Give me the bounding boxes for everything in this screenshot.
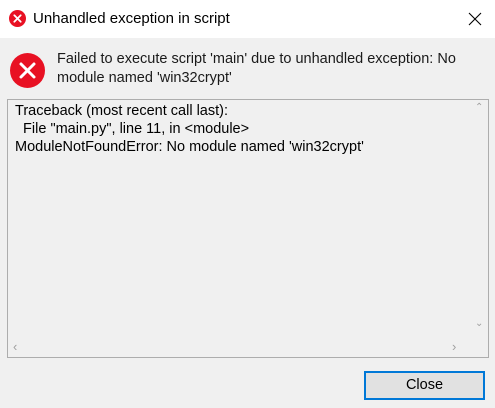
vertical-scrollbar[interactable]: ⌃ ⌄: [471, 100, 488, 340]
error-icon: [9, 10, 26, 27]
close-icon[interactable]: [455, 0, 495, 38]
scrollbar-corner: [471, 340, 488, 357]
scroll-down-arrow-icon[interactable]: ⌄: [475, 319, 483, 329]
error-message: Failed to execute script 'main' due to u…: [57, 51, 456, 86]
horizontal-scrollbar[interactable]: ‹ ›: [8, 340, 471, 357]
window-title: Unhandled exception in script: [33, 10, 230, 27]
scroll-up-arrow-icon[interactable]: ⌃: [475, 103, 483, 113]
close-button[interactable]: Close: [364, 371, 485, 400]
scroll-right-arrow-icon[interactable]: ›: [452, 340, 456, 353]
error-dialog-window: Unhandled exception in script Failed to …: [0, 0, 495, 408]
traceback-textbox[interactable]: Traceback (most recent call last): File …: [7, 99, 489, 358]
title-bar: Unhandled exception in script: [0, 0, 495, 38]
error-icon: [10, 53, 45, 88]
scroll-left-arrow-icon[interactable]: ‹: [13, 340, 17, 353]
traceback-text: Traceback (most recent call last): File …: [15, 103, 364, 155]
